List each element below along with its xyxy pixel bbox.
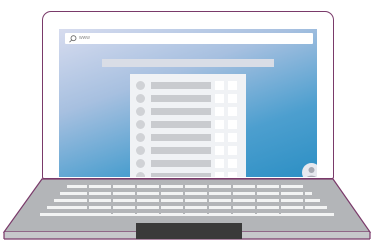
list-item-icon [136, 159, 145, 168]
list-item-label [151, 134, 211, 141]
laptop-lid: www [42, 11, 334, 179]
touchpad [136, 223, 242, 239]
search-icon [69, 34, 77, 42]
list-item[interactable] [130, 146, 246, 155]
user-silhouette-icon [306, 167, 317, 177]
list-item-icon [136, 133, 145, 142]
app-list-panel [130, 74, 246, 177]
list-item-label [151, 173, 211, 177]
page-header-bar [102, 59, 274, 67]
list-item[interactable] [130, 94, 246, 103]
url-bar[interactable]: www [65, 33, 313, 44]
list-item-action[interactable] [215, 159, 224, 168]
list-item-label [151, 160, 211, 167]
list-item-action[interactable] [228, 133, 237, 142]
list-item[interactable] [130, 120, 246, 129]
list-item[interactable] [130, 107, 246, 116]
list-item-icon [136, 107, 145, 116]
list-item[interactable] [130, 133, 246, 142]
list-item-label [151, 82, 211, 89]
list-item-icon [136, 120, 145, 129]
list-item-action[interactable] [215, 133, 224, 142]
list-item-icon [136, 81, 145, 90]
list-item-action[interactable] [215, 120, 224, 129]
list-item-action[interactable] [228, 94, 237, 103]
list-item[interactable] [130, 172, 246, 177]
list-item-action[interactable] [215, 107, 224, 116]
list-item-action[interactable] [228, 146, 237, 155]
list-item-action[interactable] [228, 81, 237, 90]
list-item-label [151, 95, 211, 102]
list-item-action[interactable] [215, 94, 224, 103]
list-item-action[interactable] [228, 107, 237, 116]
list-item-action[interactable] [215, 81, 224, 90]
list-item-label [151, 147, 211, 154]
list-item-action[interactable] [215, 146, 224, 155]
list-item-icon [136, 94, 145, 103]
list-item-action[interactable] [228, 159, 237, 168]
screen: www [59, 29, 317, 177]
list-item-action[interactable] [215, 172, 224, 177]
list-item[interactable] [130, 159, 246, 168]
user-avatar-icon[interactable] [302, 163, 317, 177]
list-item-icon [136, 172, 145, 177]
list-item[interactable] [130, 81, 246, 90]
list-item-action[interactable] [228, 120, 237, 129]
url-text: www [79, 35, 90, 41]
list-item-label [151, 108, 211, 115]
list-item-label [151, 121, 211, 128]
list-item-icon [136, 146, 145, 155]
list-item-action[interactable] [228, 172, 237, 177]
